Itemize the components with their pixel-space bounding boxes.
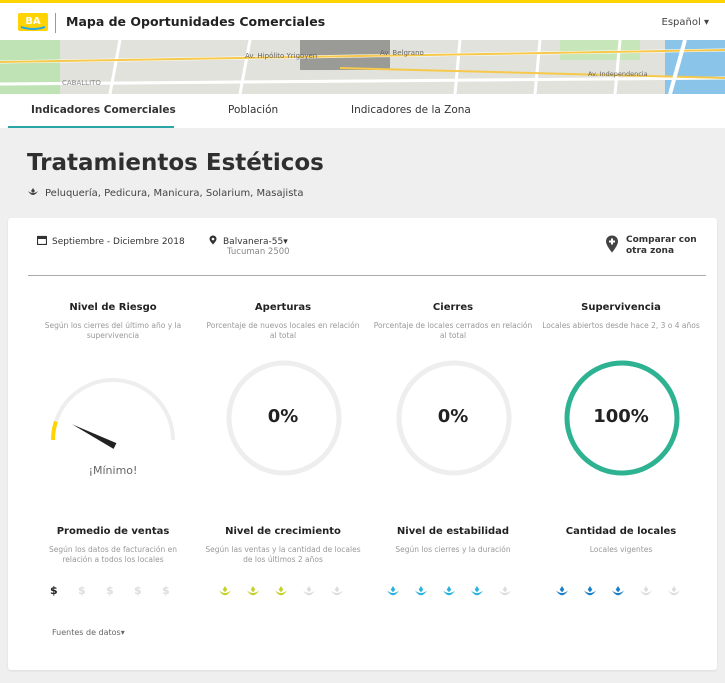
map-drawing: Av. Hipólito Yrigoyen Av. Belgrano CABAL… — [0, 40, 725, 94]
aperturas-value: 0% — [267, 406, 299, 427]
location-pin-icon — [209, 235, 217, 245]
dollar-icon: $ — [106, 584, 114, 597]
leaf-icon — [667, 584, 681, 598]
tab-poblacion[interactable]: Población — [228, 104, 278, 116]
subtitle-text: Peluquería, Pedicura, Manicura, Solarium… — [45, 188, 304, 199]
risk-level-label: ¡Mínimo! — [88, 464, 138, 477]
svg-text:BA: BA — [25, 16, 41, 27]
leaf-icon — [611, 584, 625, 598]
leaf-icon — [218, 584, 232, 598]
ba-logo[interactable]: BA — [18, 13, 48, 31]
metric-desc-estabilidad: Según los cierres y la duración — [395, 545, 511, 554]
data-sources-label: Fuentes de datos — [52, 628, 121, 637]
filters-divider — [28, 275, 706, 276]
metric-title-riesgo: Nivel de Riesgo — [69, 302, 157, 313]
dollar-icon: $ — [78, 584, 86, 597]
leaf-icon — [555, 584, 569, 598]
dollar-icon: $ — [162, 584, 170, 597]
metric-desc-locales: Locales vigentes — [589, 545, 653, 554]
app-title: Mapa de Oportunidades Comerciales — [66, 14, 326, 29]
metric-title-crecimiento: Nivel de crecimiento — [225, 526, 341, 537]
leaf-icon — [28, 188, 38, 195]
metric-title-aperturas: Aperturas — [254, 302, 312, 313]
metric-desc-riesgo: Según los cierres del último año y la su… — [44, 321, 182, 340]
metric-desc-crecimiento: Según las ventas y la cantidad de locale… — [205, 545, 361, 564]
leaf-icon — [414, 584, 428, 598]
zone-filter[interactable]: Balvanera-55▾ Tucuman 2500 — [208, 235, 290, 257]
leaf-icon — [639, 584, 653, 598]
map-label-yrigoyen: Av. Hipólito Yrigoyen — [245, 52, 317, 60]
metric-title-locales: Cantidad de locales — [565, 526, 677, 537]
map-label-caballito: CABALLITO — [62, 79, 101, 87]
chevron-down-icon: ▾ — [703, 17, 709, 28]
ventas-rating: $ $ $ $ $ — [50, 584, 180, 600]
metric-desc-aperturas: Porcentaje de nuevos locales en relación… — [206, 321, 360, 340]
chevron-down-icon: ▾ — [283, 237, 288, 247]
metric-title-ventas: Promedio de ventas — [56, 526, 170, 537]
leaf-icon — [330, 584, 344, 598]
gauge-track — [51, 378, 175, 441]
metric-title-supervivencia: Supervivencia — [581, 302, 661, 313]
tab-indicadores-comerciales[interactable]: Indicadores Comerciales — [31, 104, 176, 116]
top-bar: BA Mapa de Oportunidades Comerciales Esp… — [0, 0, 725, 40]
supervivencia-value: 100% — [593, 406, 649, 427]
leaf-icon — [274, 584, 288, 598]
period-label: Septiembre - Diciembre 2018 — [52, 237, 185, 247]
map-label-independencia: Av. Independencia — [588, 70, 648, 78]
leaf-icon — [386, 584, 400, 598]
zone-address: Tucuman 2500 — [227, 247, 290, 257]
tab-bar: Indicadores Comerciales Población Indica… — [0, 94, 725, 128]
compare-zone-button[interactable]: Comparar con otra zona — [626, 235, 706, 257]
map-label-belgrano: Av. Belgrano — [380, 49, 424, 57]
dollar-icon: $ — [50, 584, 58, 597]
metric-desc-supervivencia: Locales abiertos desde hace 2, 3 o 4 año… — [542, 321, 700, 330]
metric-title-estabilidad: Nivel de estabilidad — [396, 526, 510, 537]
data-sources-toggle[interactable]: Fuentes de datos▾ — [52, 628, 125, 637]
language-selector[interactable]: Español ▾ — [662, 17, 709, 28]
leaf-icon — [470, 584, 484, 598]
leaf-icon — [302, 584, 316, 598]
cierres-value: 0% — [437, 406, 469, 427]
risk-gauge — [51, 378, 175, 449]
header-divider — [55, 13, 56, 33]
language-label: Español — [661, 17, 701, 28]
metric-desc-ventas: Según los datos de facturación en relaci… — [49, 545, 177, 564]
leaf-icon — [442, 584, 456, 598]
calendar-icon — [37, 235, 47, 245]
leaf-icon — [246, 584, 260, 598]
page-subtitle: Peluquería, Pedicura, Manicura, Solarium… — [27, 187, 303, 199]
period-filter[interactable]: Septiembre - Diciembre 2018 — [37, 235, 185, 247]
tab-indicadores-zona[interactable]: Indicadores de la Zona — [351, 104, 471, 116]
leaf-icon — [498, 584, 512, 598]
chevron-down-icon: ▾ — [120, 628, 125, 637]
gauge-needle — [72, 424, 117, 449]
leaf-icon — [583, 584, 597, 598]
estabilidad-rating — [386, 584, 516, 600]
active-tab-indicator — [8, 126, 174, 128]
dollar-icon: $ — [134, 584, 142, 597]
map-preview[interactable]: Av. Hipólito Yrigoyen Av. Belgrano CABAL… — [0, 40, 725, 94]
crecimiento-rating — [218, 584, 348, 600]
gauge-fill — [51, 420, 58, 441]
locales-rating — [555, 584, 685, 600]
metric-title-cierres: Cierres — [432, 302, 474, 313]
metric-desc-cierres: Porcentaje de locales cerrados en relaci… — [373, 321, 533, 340]
add-location-icon[interactable] — [605, 235, 619, 253]
zone-label: Balvanera-55 — [223, 237, 284, 247]
page-title: Tratamientos Estéticos — [27, 150, 324, 176]
